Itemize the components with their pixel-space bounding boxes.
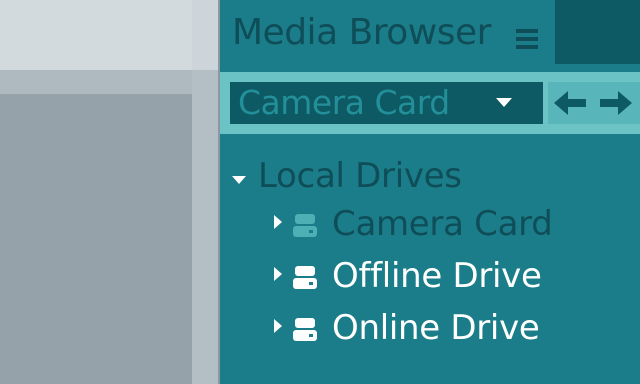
source-selector[interactable]: Camera Card bbox=[230, 82, 543, 124]
media-browser-panel: Media Browser Camera Card Local Drives C… bbox=[220, 0, 640, 384]
tree-item-label: Online Drive bbox=[332, 308, 540, 348]
tree-item-label: Camera Card bbox=[332, 204, 553, 244]
pane-gutter-top bbox=[192, 0, 219, 70]
expand-caret-icon[interactable] bbox=[274, 319, 282, 333]
tree-item-online-drive[interactable]: Online Drive bbox=[220, 302, 640, 352]
tree-item-offline-drive[interactable]: Offline Drive bbox=[220, 250, 640, 300]
app-window: Media Browser Camera Card Local Drives C… bbox=[0, 0, 640, 384]
tree-group-label: Local Drives bbox=[258, 156, 462, 196]
nav-buttons bbox=[548, 82, 640, 124]
chevron-down-icon bbox=[496, 98, 512, 107]
panel-toolbar: Camera Card bbox=[220, 72, 640, 134]
expand-caret-icon[interactable] bbox=[274, 267, 282, 281]
drive-icon bbox=[292, 316, 318, 342]
arrow-left-icon[interactable] bbox=[552, 88, 590, 118]
expand-caret-icon[interactable] bbox=[232, 176, 246, 184]
hamburger-menu-icon[interactable] bbox=[516, 29, 538, 49]
left-pane-header bbox=[0, 0, 192, 70]
tree-group-local-drives[interactable]: Local Drives bbox=[220, 148, 640, 198]
tree-item-label: Offline Drive bbox=[332, 256, 542, 296]
arrow-right-icon[interactable] bbox=[596, 88, 634, 118]
panel-header-extension bbox=[555, 0, 640, 64]
source-selector-label: Camera Card bbox=[238, 83, 450, 122]
drive-tree: Local Drives Camera Card Offline Drive O… bbox=[220, 140, 640, 384]
drive-icon bbox=[292, 264, 318, 290]
expand-caret-icon[interactable] bbox=[274, 215, 282, 229]
left-pane-content bbox=[0, 94, 192, 384]
tree-item-camera-card[interactable]: Camera Card bbox=[220, 198, 640, 248]
panel-header: Media Browser bbox=[220, 0, 555, 70]
left-pane-band bbox=[0, 70, 192, 94]
panel-title: Media Browser bbox=[232, 12, 491, 53]
drive-icon bbox=[292, 212, 318, 238]
